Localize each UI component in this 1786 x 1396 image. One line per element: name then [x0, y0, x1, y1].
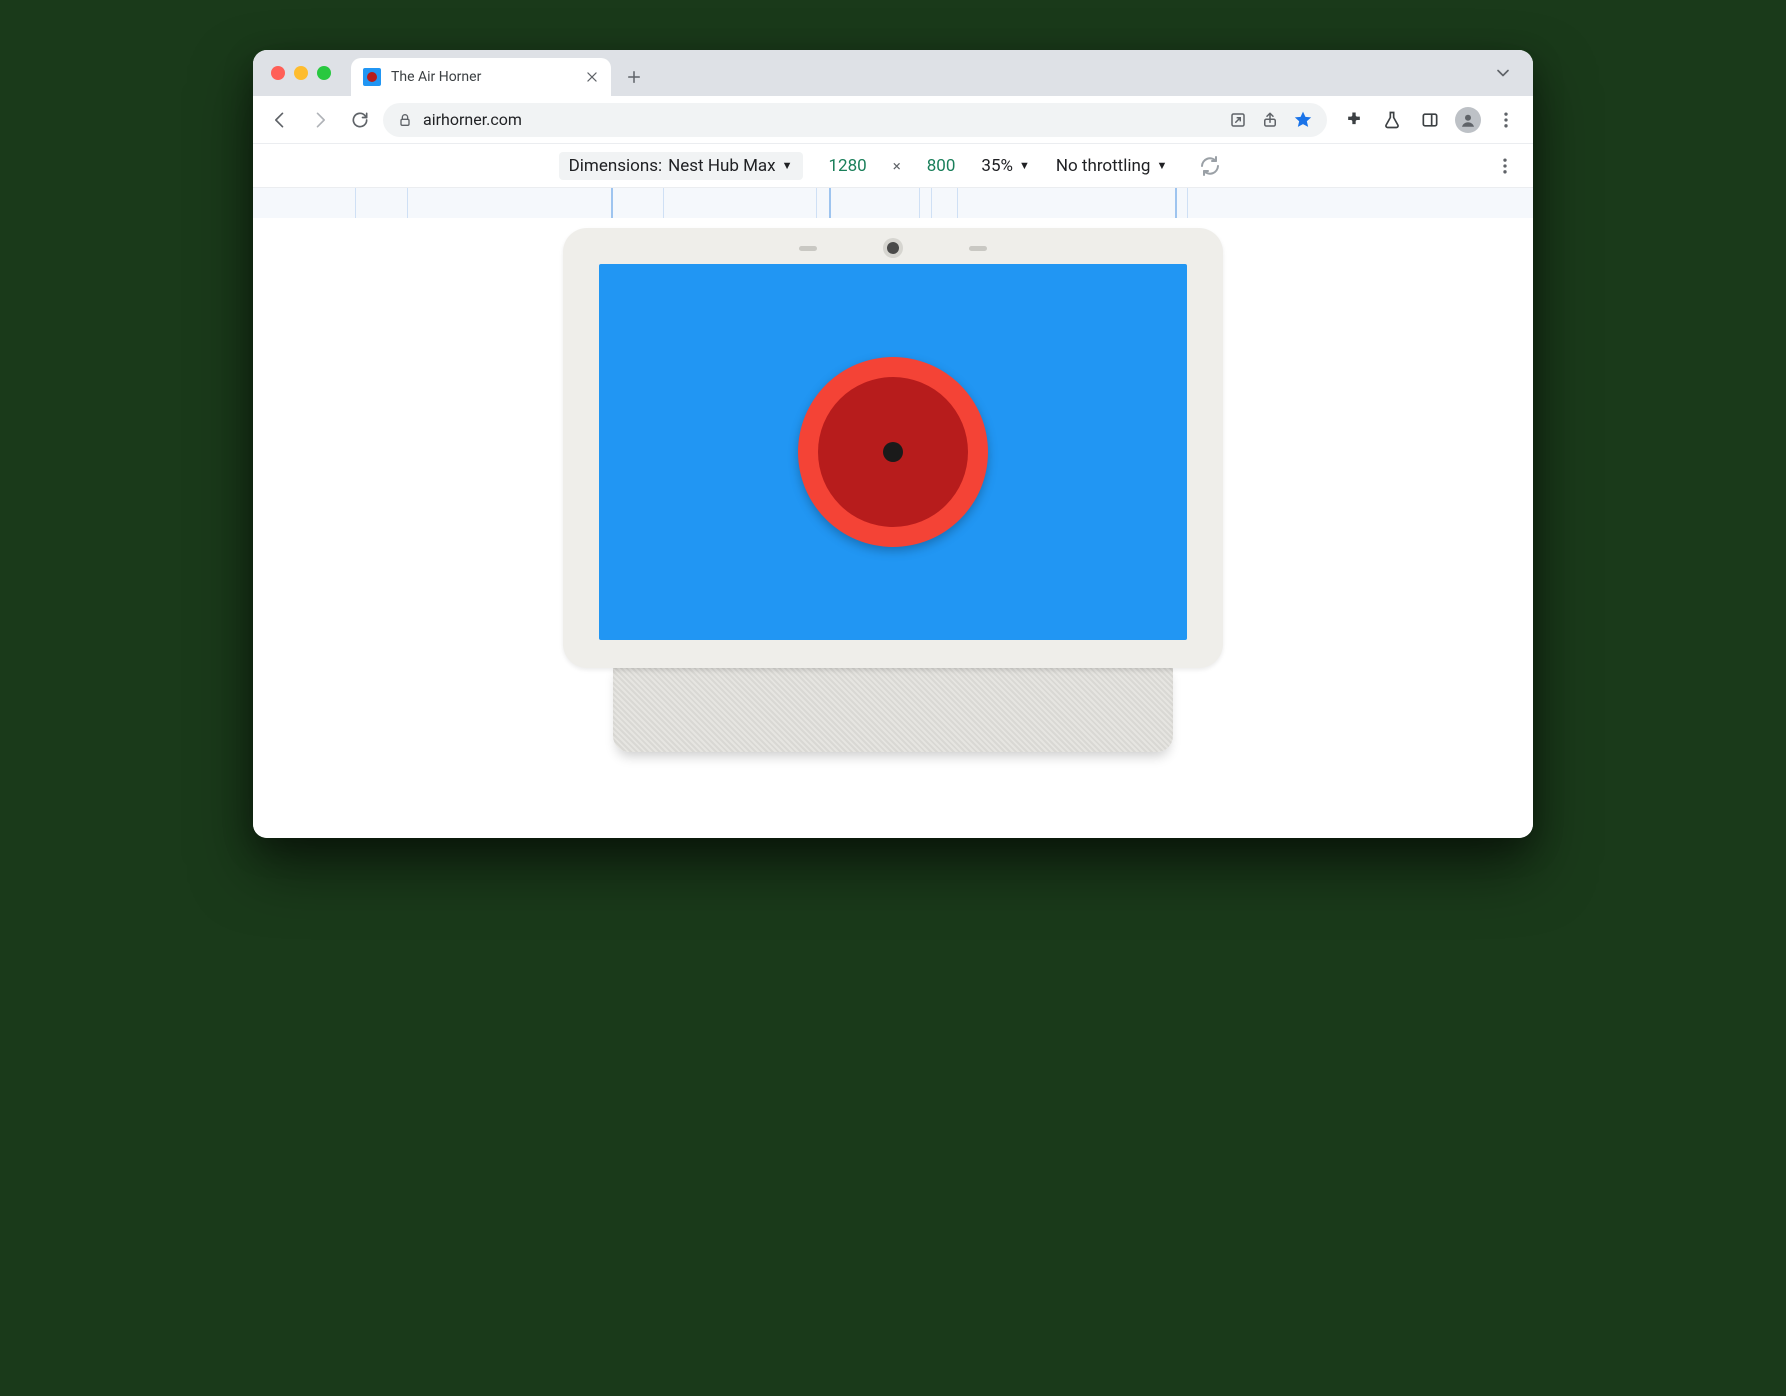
throttling-value: No throttling	[1056, 156, 1151, 176]
tab-search-button[interactable]	[1493, 63, 1513, 83]
close-window-button[interactable]	[271, 66, 285, 80]
bookmark-star-icon[interactable]	[1293, 110, 1313, 130]
url-text: airhorner.com	[423, 110, 522, 129]
nest-hub-device-frame	[543, 228, 1243, 752]
airhorn-inner-circle	[818, 377, 968, 527]
toolbar-right	[1333, 103, 1523, 137]
minimize-window-button[interactable]	[294, 66, 308, 80]
chrome-menu-button[interactable]	[1489, 103, 1523, 137]
labs-button[interactable]	[1375, 103, 1409, 137]
camera-icon	[887, 242, 899, 254]
maximize-window-button[interactable]	[317, 66, 331, 80]
device-base	[613, 662, 1173, 752]
airhorn-button[interactable]	[798, 357, 988, 547]
lock-icon	[397, 112, 413, 128]
caret-down-icon: ▼	[782, 159, 793, 172]
device-name: Nest Hub Max	[668, 156, 775, 176]
zoom-select[interactable]: 35% ▼	[981, 156, 1029, 176]
reload-button[interactable]	[343, 103, 377, 137]
browser-tab[interactable]: The Air Horner	[351, 58, 611, 96]
throttling-select[interactable]: No throttling ▼	[1056, 156, 1167, 176]
sensor-icon	[799, 246, 817, 251]
open-external-icon[interactable]	[1229, 111, 1247, 129]
extensions-button[interactable]	[1337, 103, 1371, 137]
profile-button[interactable]	[1451, 103, 1485, 137]
rotate-device-button[interactable]	[1193, 149, 1227, 183]
dimension-separator: ×	[893, 157, 901, 175]
close-tab-button[interactable]	[585, 70, 599, 84]
forward-button[interactable]	[303, 103, 337, 137]
device-height[interactable]: 800	[927, 156, 956, 176]
browser-window: The Air Horner airhorner.c	[253, 50, 1533, 838]
media-query-ruler[interactable]	[253, 188, 1533, 218]
side-panel-button[interactable]	[1413, 103, 1447, 137]
device-sensors	[799, 242, 987, 254]
device-toolbar-menu[interactable]	[1495, 156, 1515, 176]
omnibox-actions	[1229, 110, 1313, 130]
address-bar[interactable]: airhorner.com	[383, 103, 1327, 137]
device-toolbar: Dimensions: Nest Hub Max ▼ 1280 × 800 35…	[253, 144, 1533, 188]
caret-down-icon: ▼	[1019, 159, 1030, 172]
airhorn-center-dot	[883, 442, 903, 462]
sensor-icon	[969, 246, 987, 251]
device-width[interactable]: 1280	[829, 156, 867, 176]
device-bezel	[563, 228, 1223, 668]
device-screen[interactable]	[599, 264, 1187, 640]
favicon-icon	[363, 68, 381, 86]
share-icon[interactable]	[1261, 111, 1279, 129]
window-controls	[265, 50, 351, 96]
new-tab-button[interactable]	[619, 62, 649, 92]
avatar-icon	[1455, 107, 1481, 133]
device-dimensions-select[interactable]: Dimensions: Nest Hub Max ▼	[559, 152, 803, 180]
dimensions-prefix: Dimensions:	[569, 156, 662, 176]
zoom-value: 35%	[981, 156, 1013, 176]
tabstrip-right	[1493, 50, 1521, 96]
device-viewport	[253, 218, 1533, 838]
back-button[interactable]	[263, 103, 297, 137]
tab-title: The Air Horner	[391, 69, 575, 85]
tab-strip: The Air Horner	[253, 50, 1533, 96]
browser-toolbar: airhorner.com	[253, 96, 1533, 144]
caret-down-icon: ▼	[1156, 159, 1167, 172]
